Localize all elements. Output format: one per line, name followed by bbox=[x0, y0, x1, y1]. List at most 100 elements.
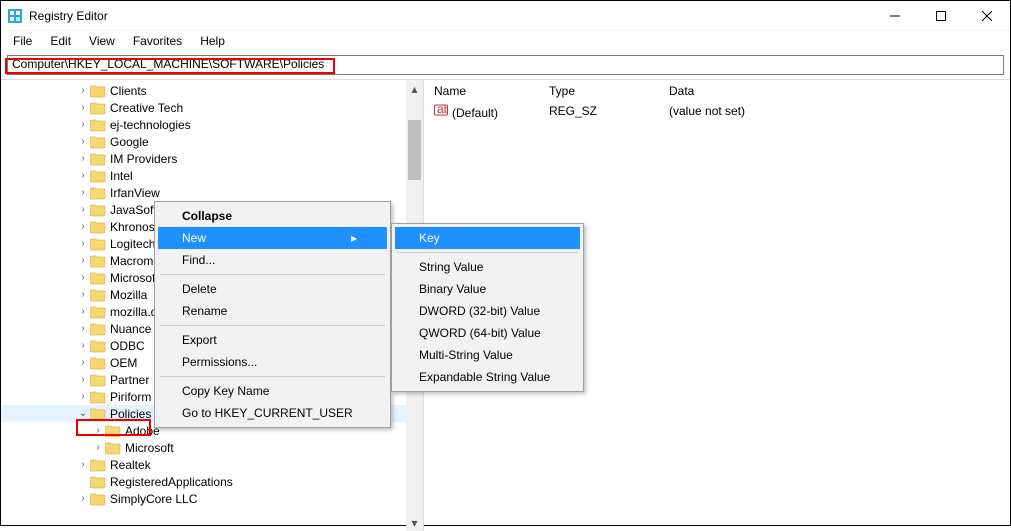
ctx-collapse[interactable]: Collapse bbox=[158, 205, 387, 227]
folder-icon bbox=[90, 356, 106, 370]
ctx-new-expstring[interactable]: Expandable String Value bbox=[395, 366, 580, 388]
chevron-right-icon[interactable]: › bbox=[76, 459, 90, 470]
ctx-find[interactable]: Find... bbox=[158, 249, 387, 271]
ctx-new-multistring[interactable]: Multi-String Value bbox=[395, 344, 580, 366]
tree-item-label: Logitech bbox=[110, 237, 155, 251]
tree-item-label: RegisteredApplications bbox=[110, 475, 233, 489]
tree-item[interactable]: ›ej-technologies bbox=[1, 116, 423, 133]
menu-edit[interactable]: Edit bbox=[42, 32, 79, 50]
close-button[interactable] bbox=[964, 1, 1010, 31]
folder-icon bbox=[90, 118, 106, 132]
chevron-right-icon[interactable]: › bbox=[76, 289, 90, 300]
folder-icon bbox=[90, 492, 106, 506]
tree-item-label: IrfanView bbox=[110, 186, 160, 200]
folder-icon bbox=[90, 135, 106, 149]
tree-item-label: Creative Tech bbox=[110, 101, 183, 115]
tree-item[interactable]: ›Clients bbox=[1, 82, 423, 99]
submenu-arrow-icon: ▸ bbox=[351, 231, 357, 245]
folder-icon bbox=[90, 458, 106, 472]
scroll-down-icon[interactable]: ▾ bbox=[406, 514, 423, 531]
chevron-right-icon[interactable]: › bbox=[76, 170, 90, 181]
value-type: REG_SZ bbox=[549, 104, 669, 118]
svg-text:ab: ab bbox=[437, 103, 448, 116]
tree-item-label: Microsoft bbox=[125, 441, 174, 455]
ctx-rename[interactable]: Rename bbox=[158, 300, 387, 322]
maximize-button[interactable] bbox=[918, 1, 964, 31]
chevron-right-icon[interactable]: › bbox=[76, 238, 90, 249]
folder-icon bbox=[90, 407, 106, 421]
tree-item-label: SimplyCore LLC bbox=[110, 492, 197, 506]
tree-item[interactable]: ›Realtek bbox=[1, 456, 423, 473]
tree-item[interactable]: › Intel bbox=[1, 167, 423, 184]
folder-icon bbox=[105, 441, 121, 455]
menu-help[interactable]: Help bbox=[192, 32, 233, 50]
chevron-right-icon[interactable]: › bbox=[76, 374, 90, 385]
minimize-button[interactable] bbox=[872, 1, 918, 31]
chevron-right-icon[interactable]: › bbox=[76, 119, 90, 130]
value-data: (value not set) bbox=[669, 104, 1000, 118]
tree-item-label: Policies bbox=[110, 407, 151, 421]
tree-item-label: OEM bbox=[110, 356, 137, 370]
tree-item[interactable]: ›Google bbox=[1, 133, 423, 150]
chevron-right-icon[interactable]: › bbox=[76, 272, 90, 283]
context-menu: Collapse New ▸ Find... Delete Rename Exp… bbox=[154, 201, 391, 428]
ctx-copy-key-name[interactable]: Copy Key Name bbox=[158, 380, 387, 402]
tree-item[interactable]: › Microsoft bbox=[1, 439, 423, 456]
folder-icon bbox=[90, 254, 106, 268]
ctx-new[interactable]: New ▸ bbox=[158, 227, 387, 249]
chevron-right-icon[interactable]: › bbox=[76, 391, 90, 402]
chevron-right-icon[interactable]: › bbox=[76, 340, 90, 351]
col-header-name[interactable]: Name bbox=[434, 84, 549, 98]
scroll-thumb[interactable] bbox=[408, 120, 421, 180]
folder-icon bbox=[90, 288, 106, 302]
ctx-new-label: New bbox=[182, 231, 206, 245]
folder-icon bbox=[90, 322, 106, 336]
ctx-new-key[interactable]: Key bbox=[395, 227, 580, 249]
chevron-right-icon[interactable]: › bbox=[76, 221, 90, 232]
folder-icon bbox=[90, 84, 106, 98]
chevron-right-icon[interactable]: › bbox=[76, 357, 90, 368]
folder-icon bbox=[90, 152, 106, 166]
tree-item[interactable]: RegisteredApplications bbox=[1, 473, 423, 490]
folder-icon bbox=[90, 339, 106, 353]
ctx-delete[interactable]: Delete bbox=[158, 278, 387, 300]
tree-item[interactable]: › Creative Tech bbox=[1, 99, 423, 116]
ctx-export[interactable]: Export bbox=[158, 329, 387, 351]
tree-item[interactable]: ›IM Providers bbox=[1, 150, 423, 167]
col-header-data[interactable]: Data bbox=[669, 84, 1000, 98]
chevron-right-icon[interactable]: › bbox=[76, 204, 90, 215]
chevron-right-icon[interactable]: › bbox=[76, 323, 90, 334]
chevron-right-icon[interactable]: › bbox=[76, 255, 90, 266]
ctx-new-dword[interactable]: DWORD (32-bit) Value bbox=[395, 300, 580, 322]
ctx-goto-hkcu[interactable]: Go to HKEY_CURRENT_USER bbox=[158, 402, 387, 424]
menu-view[interactable]: View bbox=[81, 32, 123, 50]
ctx-new-qword[interactable]: QWORD (64-bit) Value bbox=[395, 322, 580, 344]
chevron-right-icon[interactable]: › bbox=[91, 425, 105, 436]
menu-file[interactable]: File bbox=[5, 32, 40, 50]
chevron-right-icon[interactable]: › bbox=[76, 85, 90, 96]
window-controls bbox=[872, 1, 1010, 31]
chevron-right-icon[interactable]: › bbox=[76, 187, 90, 198]
tree-item[interactable]: › IrfanView bbox=[1, 184, 423, 201]
list-header[interactable]: Name Type Data bbox=[434, 84, 1000, 102]
chevron-right-icon[interactable]: › bbox=[76, 136, 90, 147]
tree-item[interactable]: › SimplyCore LLC bbox=[1, 490, 423, 507]
chevron-right-icon[interactable]: › bbox=[91, 442, 105, 453]
chevron-right-icon[interactable]: › bbox=[76, 306, 90, 317]
ctx-new-binary[interactable]: Binary Value bbox=[395, 278, 580, 300]
chevron-right-icon[interactable]: › bbox=[76, 102, 90, 113]
chevron-right-icon[interactable]: › bbox=[76, 153, 90, 164]
separator bbox=[160, 376, 385, 377]
list-row[interactable]: ab(Default)REG_SZ(value not set) bbox=[434, 102, 1000, 120]
menu-favorites[interactable]: Favorites bbox=[125, 32, 190, 50]
ctx-new-string[interactable]: String Value bbox=[395, 256, 580, 278]
col-header-type[interactable]: Type bbox=[549, 84, 669, 98]
tree-item-label: ODBC bbox=[110, 339, 145, 353]
chevron-down-icon[interactable]: ⌄ bbox=[76, 408, 90, 419]
folder-icon bbox=[90, 203, 106, 217]
tree-item-label: Intel bbox=[110, 169, 133, 183]
address-bar[interactable]: Computer\HKEY_LOCAL_MACHINE\SOFTWARE\Pol… bbox=[7, 55, 1004, 75]
ctx-permissions[interactable]: Permissions... bbox=[158, 351, 387, 373]
scroll-up-icon[interactable]: ▴ bbox=[406, 80, 423, 97]
chevron-right-icon[interactable]: › bbox=[76, 493, 90, 504]
